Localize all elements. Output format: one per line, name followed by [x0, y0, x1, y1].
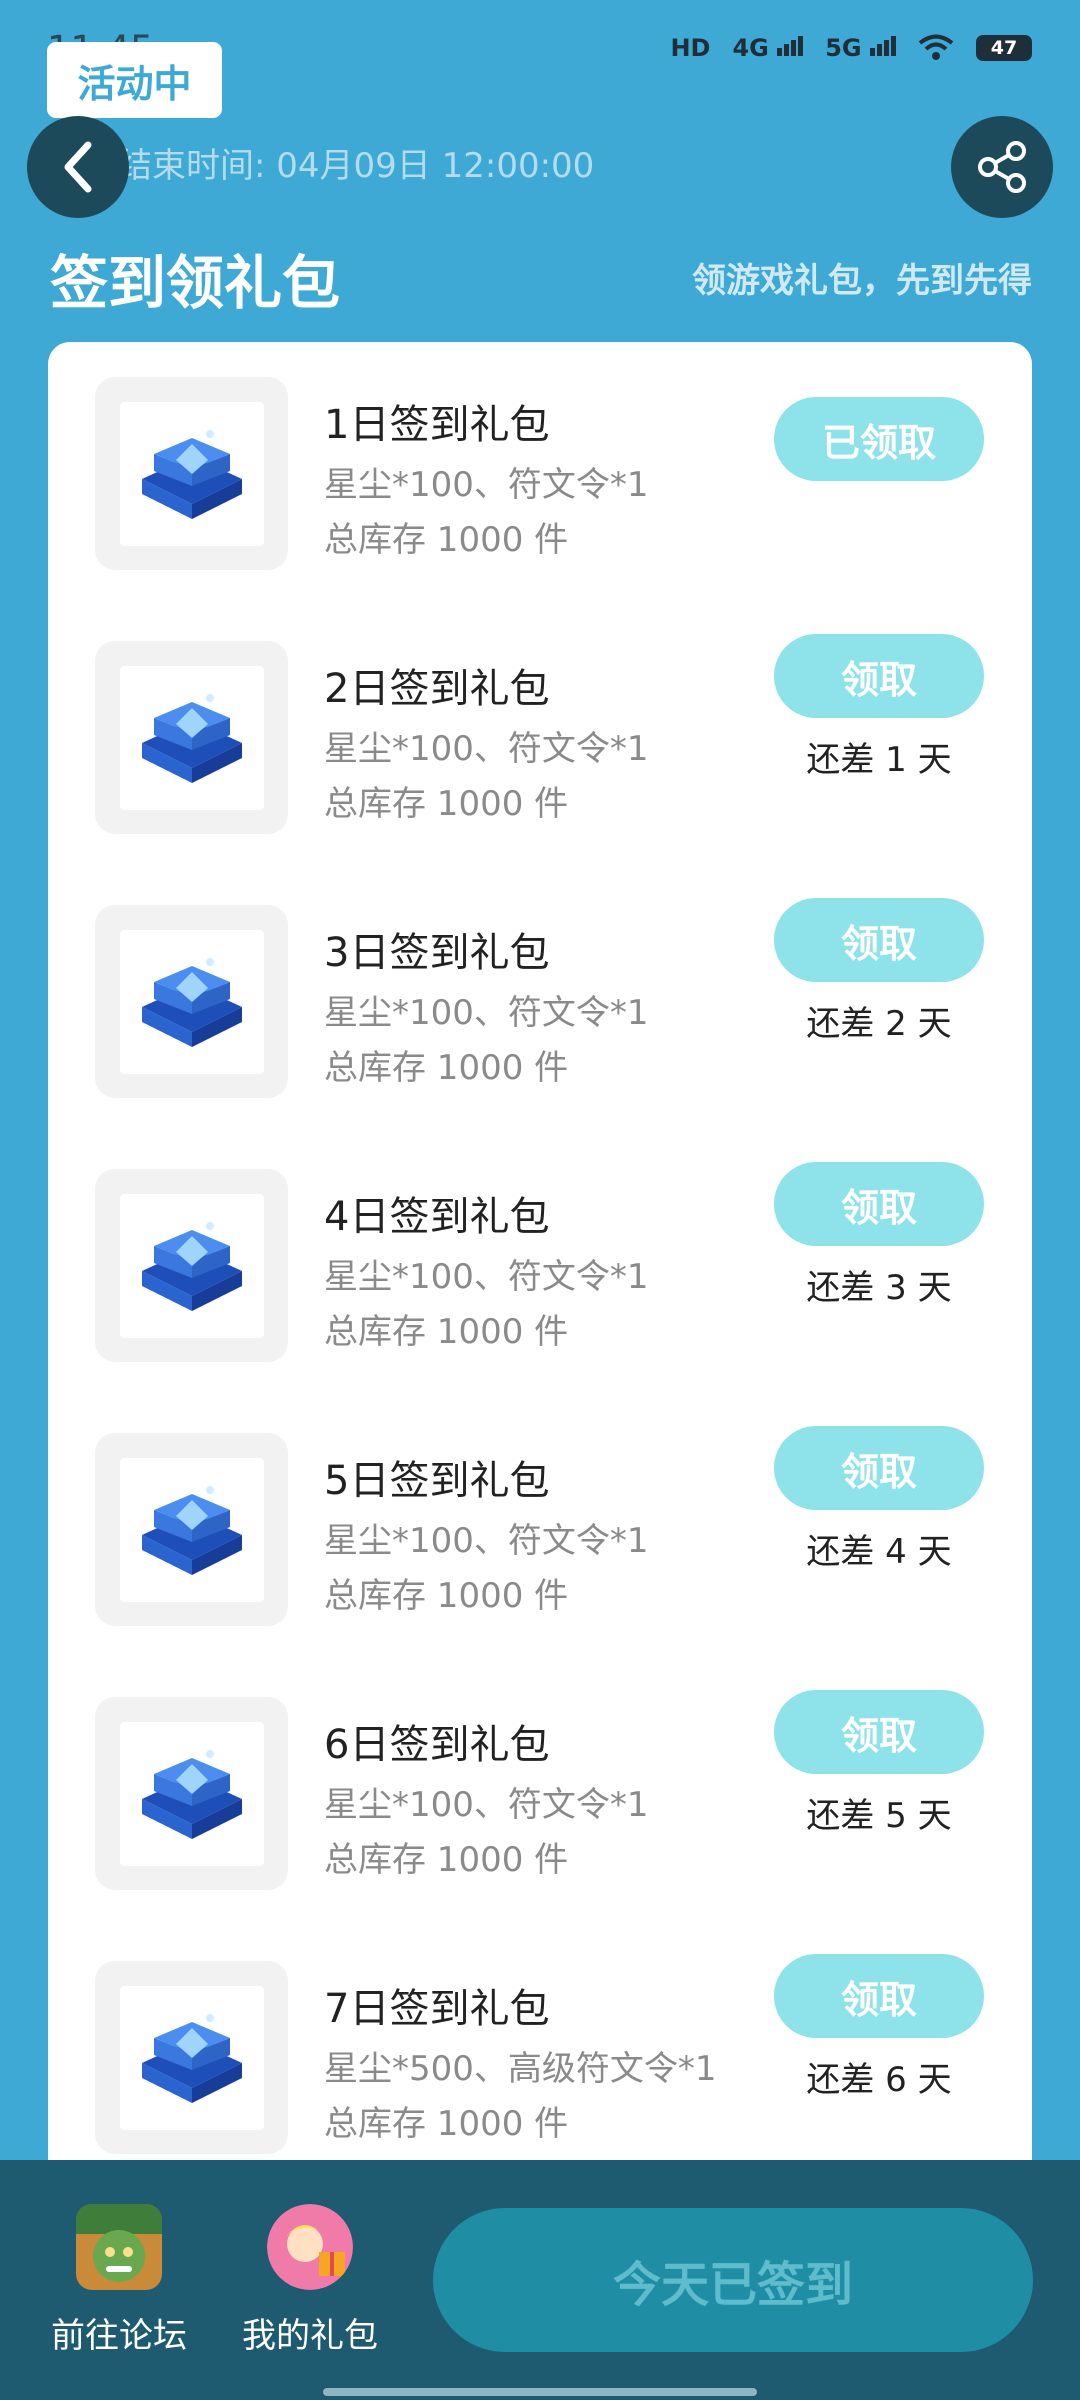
my-gifts-link[interactable]: 我的礼包 — [235, 2204, 385, 2357]
gift-contents: 星尘*100、符文令*1 — [324, 465, 649, 505]
gift-name: 5日签到礼包 — [324, 1458, 550, 1504]
treasure-chest-icon — [141, 957, 242, 1047]
gift-stock: 总库存 1000 件 — [324, 1840, 569, 1880]
treasure-chest-icon — [141, 1221, 242, 1311]
status-icons: HD 4G 5G 47 — [670, 34, 1032, 62]
treasure-chest-icon — [141, 1749, 242, 1839]
signed-today-button[interactable]: 今天已签到 — [433, 2208, 1033, 2352]
wifi-icon — [918, 34, 954, 60]
claim-button[interactable]: 领取 — [774, 1690, 984, 1774]
gift-thumbnail — [95, 377, 288, 570]
gift-contents: 星尘*100、符文令*1 — [324, 1257, 649, 1297]
gift-thumbnail — [95, 1697, 288, 1890]
game-avatar-icon — [76, 2204, 162, 2290]
chevron-left-icon — [64, 141, 92, 193]
home-indicator[interactable] — [323, 2388, 757, 2396]
share-icon — [978, 141, 1026, 193]
gift-row: 4日签到礼包 星尘*100、符文令*1 总库存 1000 件 领取 还差 3 天 — [48, 1134, 1032, 1398]
claim-button[interactable]: 领取 — [774, 898, 984, 982]
gift-character-icon — [267, 2204, 353, 2290]
gift-thumbnail — [95, 1433, 288, 1626]
gift-row: 2日签到礼包 星尘*100、符文令*1 总库存 1000 件 领取 还差 1 天 — [48, 606, 1032, 870]
network-4g: 4G — [732, 34, 804, 62]
forum-link[interactable]: 前往论坛 — [44, 2204, 194, 2357]
gift-stock: 总库存 1000 件 — [324, 520, 569, 560]
activity-status-badge: 活动中 — [47, 42, 222, 118]
claim-button[interactable]: 领取 — [774, 634, 984, 718]
network-5g: 5G — [825, 34, 896, 62]
gift-name: 3日签到礼包 — [324, 930, 550, 976]
claim-button[interactable]: 领取 — [774, 1426, 984, 1510]
days-remaining: 还差 6 天 — [806, 2060, 952, 2100]
treasure-chest-icon — [141, 429, 242, 519]
section-title: 签到领礼包 — [50, 249, 341, 317]
days-remaining: 还差 5 天 — [806, 1796, 952, 1836]
days-remaining: 还差 1 天 — [806, 740, 952, 780]
days-remaining: 还差 3 天 — [806, 1268, 952, 1308]
gift-name: 7日签到礼包 — [324, 1986, 550, 2032]
claim-button[interactable]: 领取 — [774, 1954, 984, 2038]
bottom-action-bar: 前往论坛 我的礼包 今天已签到 — [0, 2160, 1080, 2400]
days-remaining: 还差 4 天 — [806, 1532, 952, 1572]
treasure-chest-icon — [141, 693, 242, 783]
gift-stock: 总库存 1000 件 — [324, 784, 569, 824]
gift-row: 7日签到礼包 星尘*500、高级符文令*1 总库存 1000 件 领取 还差 6… — [48, 1926, 1032, 2182]
gift-thumbnail — [95, 905, 288, 1098]
gift-stock: 总库存 1000 件 — [324, 2104, 569, 2144]
my-gifts-label: 我的礼包 — [242, 2316, 378, 2356]
share-button[interactable] — [951, 116, 1053, 218]
gift-contents: 星尘*100、符文令*1 — [324, 993, 649, 1033]
gift-contents: 星尘*100、符文令*1 — [324, 1521, 649, 1561]
gift-contents: 星尘*100、符文令*1 — [324, 1785, 649, 1825]
gift-list-card: 1日签到礼包 星尘*100、符文令*1 总库存 1000 件 已领取 2日签到礼… — [48, 342, 1032, 2182]
gift-stock: 总库存 1000 件 — [324, 1048, 569, 1088]
gift-row: 3日签到礼包 星尘*100、符文令*1 总库存 1000 件 领取 还差 2 天 — [48, 870, 1032, 1134]
gift-stock: 总库存 1000 件 — [324, 1312, 569, 1352]
signal-icon — [777, 36, 804, 56]
days-remaining: 还差 2 天 — [806, 1004, 952, 1044]
gift-stock: 总库存 1000 件 — [324, 1576, 569, 1616]
gift-contents: 星尘*100、符文令*1 — [324, 729, 649, 769]
forum-label: 前往论坛 — [51, 2316, 187, 2356]
hd-indicator: HD — [670, 34, 711, 62]
gift-name: 2日签到礼包 — [324, 666, 550, 712]
gift-thumbnail — [95, 1169, 288, 1362]
gift-row: 6日签到礼包 星尘*100、符文令*1 总库存 1000 件 领取 还差 5 天 — [48, 1662, 1032, 1926]
signal-icon — [870, 36, 896, 56]
gift-contents: 星尘*500、高级符文令*1 — [324, 2049, 717, 2089]
gift-name: 4日签到礼包 — [324, 1194, 550, 1240]
activity-end-time: 活动结束时间: 04月09日 12:00:00 — [50, 146, 595, 186]
gift-thumbnail — [95, 1961, 288, 2154]
claim-button[interactable]: 已领取 — [774, 397, 984, 481]
section-subtitle: 领游戏礼包，先到先得 — [692, 261, 1032, 301]
gift-name: 1日签到礼包 — [324, 402, 550, 448]
gift-thumbnail — [95, 641, 288, 834]
claim-button[interactable]: 领取 — [774, 1162, 984, 1246]
back-button[interactable] — [27, 116, 129, 218]
gift-row: 5日签到礼包 星尘*100、符文令*1 总库存 1000 件 领取 还差 4 天 — [48, 1398, 1032, 1662]
battery-icon: 47 — [976, 35, 1032, 61]
treasure-chest-icon — [141, 2013, 242, 2103]
gift-row: 1日签到礼包 星尘*100、符文令*1 总库存 1000 件 已领取 — [48, 342, 1032, 606]
treasure-chest-icon — [141, 1485, 242, 1575]
gift-name: 6日签到礼包 — [324, 1722, 550, 1768]
